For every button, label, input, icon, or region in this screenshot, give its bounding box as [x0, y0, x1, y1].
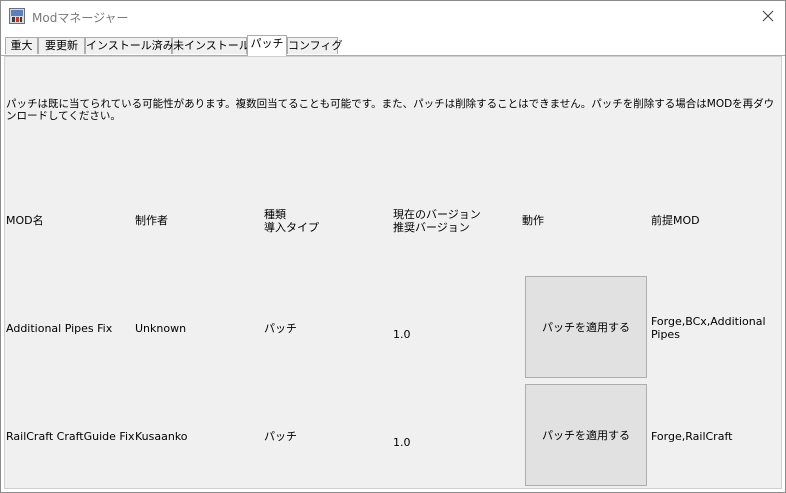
mod-manager-window: Modマネージャー 重大 要更新 インストール済み 未インストール パッチ コン… — [0, 0, 786, 493]
row-1-prereq: Forge,BCx,Additional Pipes — [651, 315, 766, 341]
row-1-author: Unknown — [135, 322, 187, 335]
tab-config[interactable]: コンフィグ — [287, 37, 342, 54]
column-header-author: 制作者 — [135, 214, 168, 227]
tab-update-required[interactable]: 要更新 — [38, 37, 85, 54]
column-header-version-line2: 推奨バージョン — [393, 221, 470, 234]
row-2-apply-patch-button[interactable]: パッチを適用する — [525, 384, 647, 486]
row-2-type: パッチ — [264, 430, 297, 443]
row-1-version: 1.0 — [393, 328, 411, 341]
row-1-apply-patch-button[interactable]: パッチを適用する — [525, 276, 647, 378]
column-header-type: 種類 導入タイプ — [264, 208, 319, 234]
column-header-version: 現在のバージョン 推奨バージョン — [393, 208, 481, 234]
tab-critical[interactable]: 重大 — [5, 37, 38, 54]
patch-notice: パッチは既に当てられている可能性があります。複数回当てることも可能です。また、パ… — [6, 98, 775, 122]
row-1-type: パッチ — [264, 322, 297, 335]
row-2-version: 1.0 — [393, 436, 411, 449]
row-2-mod-name: RailCraft CraftGuide Fix — [6, 430, 135, 443]
tab-not-installed[interactable]: 未インストール — [172, 37, 250, 54]
row-1-mod-name: Additional Pipes Fix — [6, 322, 113, 335]
row-2-prereq: Forge,RailCraft — [651, 430, 733, 443]
tab-installed[interactable]: インストール済み — [85, 37, 174, 54]
mod-manager-icon — [9, 8, 25, 24]
tab-patch[interactable]: パッチ — [247, 35, 287, 56]
column-header-type-line2: 導入タイプ — [264, 221, 319, 234]
title-bar: Modマネージャー — [1, 1, 785, 32]
tab-bar: 重大 要更新 インストール済み 未インストール パッチ コンフィグ — [1, 35, 785, 56]
column-header-type-line1: 種類 — [264, 208, 286, 221]
column-header-prereq: 前提MOD — [651, 214, 700, 227]
row-2-author: Kusaanko — [135, 430, 188, 443]
close-button[interactable] — [751, 1, 785, 32]
window-title: Modマネージャー — [32, 11, 129, 25]
column-header-version-line1: 現在のバージョン — [393, 208, 481, 221]
patch-panel: パッチは既に当てられている可能性があります。複数回当てることも可能です。また、パ… — [4, 56, 782, 489]
column-header-mod-name: MOD名 — [6, 214, 44, 227]
column-header-action: 動作 — [522, 214, 544, 227]
close-icon — [762, 10, 774, 22]
